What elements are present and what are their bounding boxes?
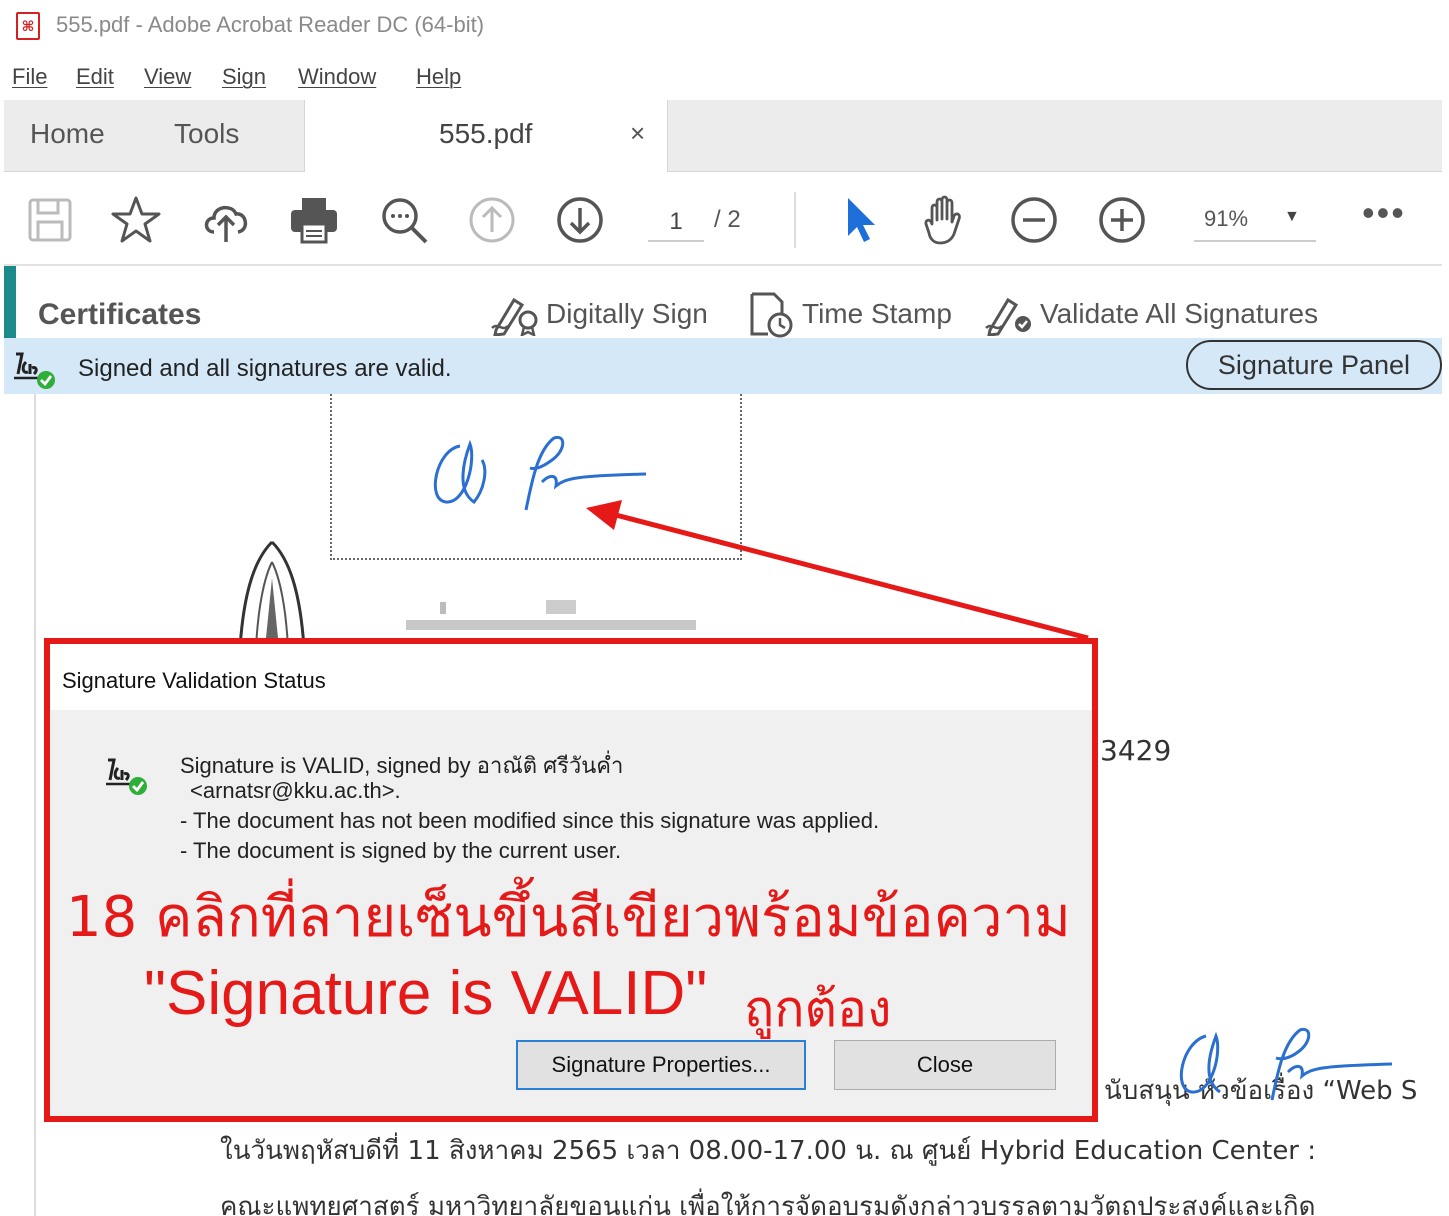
signature-image[interactable]	[426, 430, 656, 520]
tab-home[interactable]: Home	[30, 118, 105, 150]
signature-image-bottom	[1179, 1027, 1393, 1101]
certificates-toolbar: Certificates Digitally Sign Time Stamp V…	[4, 266, 1442, 338]
signature-panel-button[interactable]: Signature Panel	[1186, 340, 1442, 390]
menu-edit[interactable]: Edit	[76, 64, 114, 90]
document-number-fragment: 3429	[1100, 734, 1172, 767]
toolbar-divider	[794, 192, 796, 248]
zoom-out-icon[interactable]	[1008, 194, 1060, 246]
zoom-value: 91%	[1204, 206, 1249, 231]
close-button[interactable]: Close	[834, 1040, 1056, 1090]
dialog-title: Signature Validation Status	[62, 668, 326, 693]
certificates-title: Certificates	[38, 298, 202, 331]
validate-signature-icon	[985, 297, 1031, 336]
valid-signature-icon	[106, 758, 147, 795]
save-icon[interactable]	[24, 194, 76, 246]
document-line-3: คณะแพทยศาสตร์ มหาวิทยาลัยขอนแก่น เพื่อให…	[220, 1192, 1316, 1216]
digital-sign-icon	[491, 297, 538, 336]
time-stamp-icon	[750, 292, 793, 338]
menu-bar: File Edit View Sign Window Help	[0, 56, 1449, 100]
zoom-select[interactable]: 91% ▼	[1194, 202, 1316, 242]
dialog-title-bar: Signature Validation Status	[50, 644, 1092, 710]
tab-document[interactable]: 555.pdf ×	[304, 100, 668, 172]
page-up-icon[interactable]	[466, 194, 518, 246]
validate-all-label: Validate All Signatures	[1040, 298, 1319, 329]
document-line-2: ในวันพฤหัสบดีที่ 11 สิงหาคม 2565 เวลา 08…	[220, 1136, 1317, 1166]
menu-help[interactable]: Help	[416, 64, 461, 90]
time-stamp-label: Time Stamp	[802, 298, 952, 329]
hand-icon[interactable]	[918, 194, 970, 246]
menu-file[interactable]: File	[12, 64, 47, 90]
tab-bar: Home Tools 555.pdf ×	[4, 100, 1442, 172]
select-arrow-icon[interactable]	[834, 194, 886, 246]
signature-status-bar: Signed and all signatures are valid. Sig…	[4, 338, 1442, 394]
more-icon[interactable]: •••	[1362, 192, 1406, 234]
page-number-input[interactable]: 1	[648, 202, 704, 242]
annotation-text-line-2: "Signature is VALID"	[144, 959, 708, 1028]
signature-validation-dialog: Signature Validation Status Signature is…	[44, 638, 1098, 1122]
annotation-text-line-2-thai: ถูกต้อง	[744, 980, 892, 1038]
page-down-icon[interactable]	[554, 194, 606, 246]
annotation-text-line-1: 18 คลิกที่ลายเซ็นขึ้นสีเขียวพร้อมข้อความ	[66, 885, 1071, 950]
star-icon[interactable]	[110, 194, 162, 246]
title-bar: ⌘ 555.pdf - Adobe Acrobat Reader DC (64-…	[0, 0, 1449, 56]
menu-sign[interactable]: Sign	[222, 64, 266, 90]
print-icon[interactable]	[288, 194, 340, 246]
valid-signature-icon	[14, 352, 55, 389]
zoom-in-icon[interactable]	[1096, 194, 1148, 246]
signature-properties-button[interactable]: Signature Properties...	[516, 1040, 806, 1090]
university-emblem	[238, 540, 306, 648]
digitally-sign-label: Digitally Sign	[546, 298, 708, 329]
signature-status-message: Signed and all signatures are valid.	[78, 355, 452, 382]
main-toolbar: 1 / 2 91% ▼ •••	[4, 172, 1442, 266]
dialog-email-line: <arnatsr@kku.ac.th>.	[190, 778, 401, 803]
window-title: 555.pdf - Adobe Acrobat Reader DC (64-bi…	[56, 12, 485, 37]
tab-tools[interactable]: Tools	[174, 118, 239, 150]
upload-icon[interactable]	[200, 194, 252, 246]
close-icon[interactable]: ×	[630, 118, 645, 149]
menu-window[interactable]: Window	[298, 64, 376, 90]
tab-document-label: 555.pdf	[439, 118, 533, 149]
dialog-current-user-line: - The document is signed by the current …	[180, 838, 622, 863]
page-total: / 2	[714, 206, 741, 233]
pdf-icon: ⌘	[16, 12, 40, 40]
find-icon[interactable]	[378, 194, 430, 246]
chevron-down-icon: ▼	[1284, 208, 1300, 225]
menu-view[interactable]: View	[144, 64, 191, 90]
dialog-not-modified-line: - The document has not been modified sin…	[180, 808, 880, 833]
faded-heading-text	[406, 600, 696, 630]
